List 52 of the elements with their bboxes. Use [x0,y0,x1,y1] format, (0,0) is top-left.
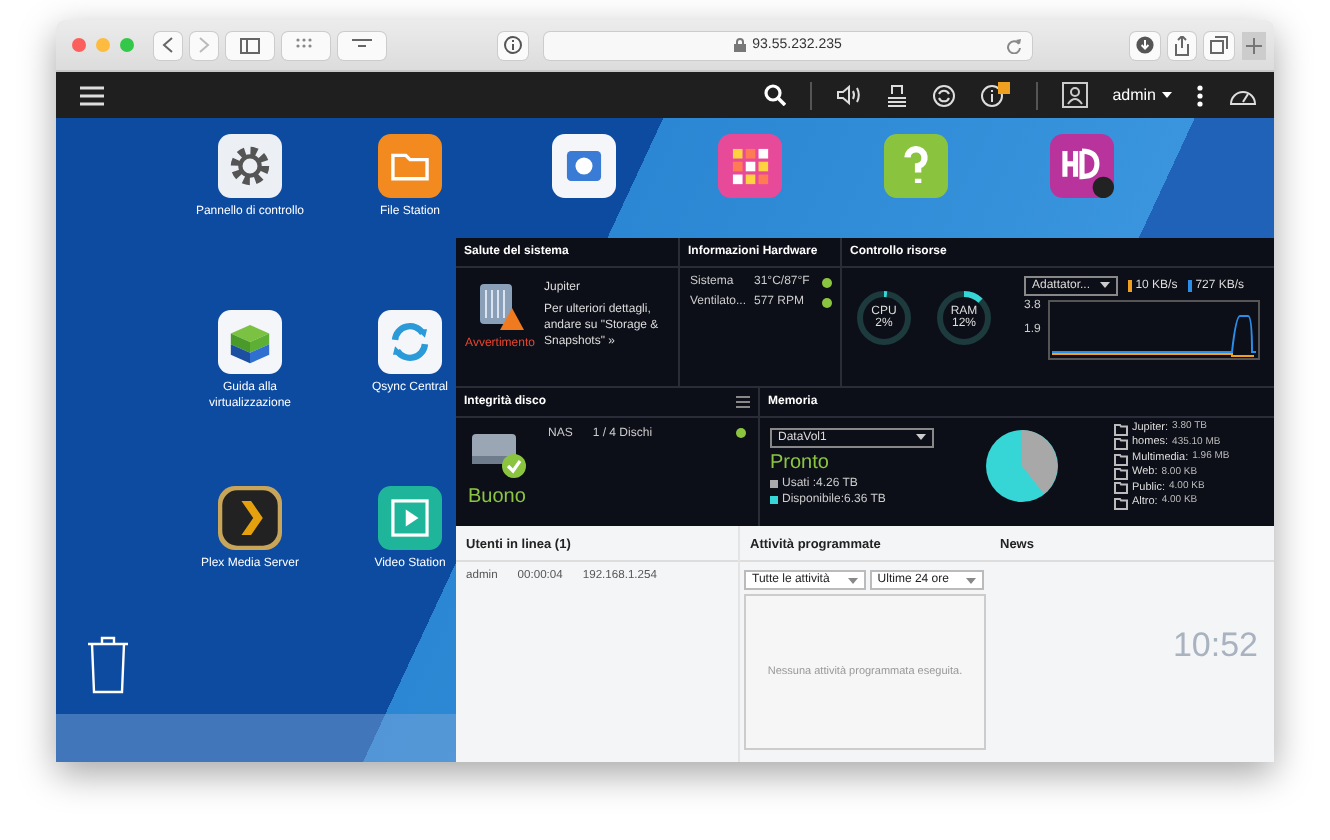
download-icon [1136,36,1154,54]
sync-arrows-icon[interactable] [378,310,442,374]
share-icon [1174,35,1190,55]
caret-icon [966,577,977,583]
gear-icon[interactable] [218,134,282,198]
sidebar-icon [240,37,260,53]
info-icon [504,36,522,54]
disk-ok-icon [468,428,528,480]
volume-status: Pronto [770,451,831,474]
app-grid-icon[interactable] [718,134,782,198]
search-icon[interactable] [764,84,787,106]
caret-icon [1099,281,1110,288]
forward-icon [196,36,212,54]
cube-icon[interactable] [218,310,282,374]
info-button[interactable] [498,31,528,59]
download-button[interactable] [1130,31,1160,59]
speaker-icon[interactable] [836,84,863,106]
stack-icon[interactable] [886,83,909,107]
menu-icon[interactable] [80,85,104,105]
tab-icon [352,38,372,52]
sidebar-button[interactable] [226,31,274,59]
notification-icon[interactable] [980,82,1013,108]
back-button[interactable] [154,31,182,59]
video-icon[interactable] [378,486,442,550]
share-button[interactable] [1168,31,1196,59]
hd-app-icon[interactable] [1050,134,1114,198]
back-icon [160,36,176,54]
clock: 10:52 [1172,626,1258,666]
pie-drawing [982,426,1062,507]
caret-icon [1162,92,1172,98]
tabs-icon [1210,36,1228,54]
caret-icon [847,577,858,583]
sync-icon[interactable] [932,83,957,107]
new-tab-button[interactable] [1242,31,1266,59]
tab-button[interactable] [338,31,386,59]
storage-app-icon[interactable] [552,134,616,198]
reload-icon[interactable] [1006,37,1022,53]
user-menu[interactable]: admin [1112,86,1172,104]
more-icon[interactable] [1196,83,1204,107]
grid-icon [296,38,316,52]
nas-warning-icon [474,280,526,332]
caret-icon [916,434,926,441]
tabs-button[interactable] [1204,31,1234,59]
user-icon[interactable] [1062,82,1089,108]
disk-status: Buono [468,486,526,508]
plus-icon [1246,37,1262,53]
folder-icon[interactable] [378,134,442,198]
list-icon[interactable] [736,396,750,408]
help-app-icon[interactable] [884,134,948,198]
lock-icon [734,38,747,52]
chevron-icon[interactable] [218,486,282,550]
trash-icon[interactable] [86,634,130,694]
